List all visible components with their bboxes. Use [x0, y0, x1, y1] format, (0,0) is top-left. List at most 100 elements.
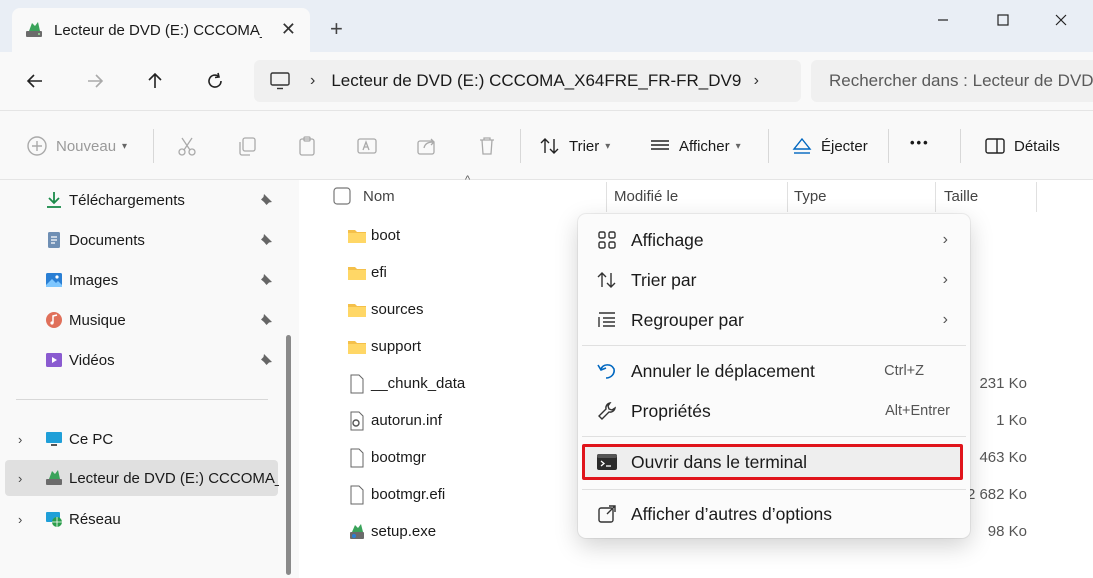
network-icon	[46, 512, 62, 527]
chevron-right-icon: ›	[942, 231, 948, 248]
menu-item-label: Afficher d’autres d’options	[631, 503, 833, 524]
minimize-button[interactable]	[928, 8, 958, 32]
column-header-size[interactable]: Taille	[944, 180, 978, 212]
chevron-right-icon: ›	[942, 271, 948, 288]
command-bar: Nouveau ▾ Trier ▾ Afficher ▾ Éjecter •••	[0, 110, 1093, 180]
folder-icon	[348, 303, 366, 317]
column-divider[interactable]	[1036, 182, 1037, 212]
chevron-right-icon[interactable]: ›	[18, 432, 22, 447]
menu-item-sort-by[interactable]: Trier par ›	[582, 262, 966, 298]
new-tab-button[interactable]: +	[330, 18, 343, 40]
cut-button[interactable]	[176, 135, 206, 157]
chevron-right-icon[interactable]: ›	[18, 512, 22, 527]
column-divider[interactable]	[787, 182, 788, 212]
select-all-checkbox[interactable]	[333, 187, 351, 205]
rename-button[interactable]	[356, 135, 386, 157]
column-header-modified[interactable]: Modifié le	[614, 180, 678, 212]
file-name: sources	[371, 301, 424, 318]
file-size: 231 Ko	[979, 375, 1027, 392]
breadcrumb-path[interactable]: Lecteur de DVD (E:) CCCOMA_X64FRE_FR-FR_…	[331, 71, 741, 91]
menu-shortcut: Ctrl+Z	[884, 363, 924, 379]
share-button[interactable]	[416, 135, 446, 157]
address-bar[interactable]: › Lecteur de DVD (E:) CCCOMA_X64FRE_FR-F…	[254, 60, 801, 102]
arrow-up-icon	[148, 72, 162, 88]
menu-divider	[582, 436, 966, 437]
computer-icon	[46, 432, 62, 446]
pin-icon[interactable]	[259, 193, 273, 207]
sidebar-item-music[interactable]: Musique	[0, 302, 290, 338]
column-divider[interactable]	[606, 182, 607, 212]
sidebar-divider	[16, 399, 268, 400]
navigation-bar: › Lecteur de DVD (E:) CCCOMA_X64FRE_FR-F…	[0, 52, 1093, 110]
more-icon: •••	[910, 135, 930, 150]
tab-dvd-drive[interactable]: Lecteur de DVD (E:) CCCOMA_ ✕	[12, 8, 310, 52]
terminal-icon	[597, 454, 617, 470]
tab-close-icon[interactable]: ✕	[281, 20, 296, 38]
undo-icon	[597, 364, 615, 379]
group-list-icon	[598, 312, 615, 327]
file-icon	[350, 374, 364, 393]
refresh-button[interactable]	[200, 66, 230, 96]
menu-item-view[interactable]: Affichage ›	[582, 222, 966, 258]
view-button[interactable]: Afficher ▾	[649, 135, 741, 157]
toolbar-divider	[888, 129, 889, 163]
close-button[interactable]	[1046, 8, 1076, 32]
sidebar-scrollbar[interactable]	[286, 335, 291, 575]
sidebar-item-label: Images	[69, 271, 119, 289]
copy-icon	[239, 137, 256, 156]
sidebar-item-videos[interactable]: Vidéos	[0, 342, 290, 378]
column-header-name[interactable]: Nom	[333, 180, 395, 212]
file-name: bootmgr	[371, 449, 427, 466]
sidebar-item-network[interactable]: › Réseau	[0, 501, 290, 537]
menu-item-label: Trier par	[631, 269, 697, 290]
sidebar-item-label: Musique	[69, 311, 126, 329]
pin-icon[interactable]	[259, 273, 273, 287]
back-button[interactable]	[20, 66, 50, 96]
toolbar-divider	[153, 129, 154, 163]
details-button[interactable]: Détails	[984, 135, 1060, 157]
sidebar-item-label: Réseau	[69, 510, 121, 528]
up-button[interactable]	[140, 66, 170, 96]
delete-button[interactable]	[476, 135, 506, 157]
search-input[interactable]: Rechercher dans : Lecteur de DVD	[811, 60, 1093, 102]
column-divider[interactable]	[935, 182, 936, 212]
toolbar-divider	[960, 129, 961, 163]
sidebar-item-downloads[interactable]: Téléchargements	[0, 182, 290, 218]
scissors-icon	[178, 137, 196, 156]
file-size: 463 Ko	[979, 449, 1027, 466]
menu-item-open-terminal[interactable]: Ouvrir dans le terminal	[582, 444, 963, 480]
sidebar-item-documents[interactable]: Documents	[0, 222, 290, 258]
breadcrumb-chevron-end-icon[interactable]: ›	[754, 72, 759, 90]
maximize-button[interactable]	[988, 8, 1018, 32]
more-options-button[interactable]: •••	[910, 135, 930, 150]
sidebar-item-images[interactable]: Images	[0, 262, 290, 298]
new-button[interactable]: Nouveau ▾	[26, 135, 127, 157]
close-icon	[1055, 14, 1067, 26]
new-label: Nouveau	[56, 137, 117, 155]
breadcrumb-chevron-icon[interactable]: ›	[310, 72, 315, 90]
menu-item-undo-move[interactable]: Annuler le déplacement Ctrl+Z	[582, 353, 966, 389]
menu-item-label: Annuler le déplacement	[631, 360, 815, 381]
chevron-right-icon[interactable]: ›	[18, 471, 22, 486]
paste-button[interactable]	[296, 135, 326, 157]
pin-icon[interactable]	[259, 233, 273, 247]
column-header-type[interactable]: Type	[794, 180, 827, 212]
menu-item-label: Affichage	[631, 229, 704, 250]
sort-button[interactable]: Trier ▾	[539, 135, 610, 157]
sidebar-item-dvd-drive[interactable]: › Lecteur de DVD (E:) CCCOMA_X	[5, 460, 279, 496]
copy-button[interactable]	[236, 135, 266, 157]
menu-divider	[582, 345, 966, 346]
file-name: bootmgr.efi	[371, 486, 446, 503]
menu-item-group-by[interactable]: Regrouper par ›	[582, 302, 966, 338]
toolbar-divider	[520, 129, 521, 163]
menu-item-properties[interactable]: Propriétés Alt+Entrer	[582, 393, 966, 429]
file-name: boot	[371, 227, 401, 244]
eject-button[interactable]: Éjecter	[791, 135, 868, 157]
menu-item-more-options[interactable]: Afficher d’autres d’options	[582, 496, 966, 532]
sidebar-item-this-pc[interactable]: › Ce PC	[0, 421, 290, 457]
pin-icon[interactable]	[259, 313, 273, 327]
settings-file-icon	[350, 411, 364, 430]
pin-icon[interactable]	[259, 353, 273, 367]
column-modified-label: Modifié le	[614, 187, 679, 205]
forward-button[interactable]	[80, 66, 110, 96]
